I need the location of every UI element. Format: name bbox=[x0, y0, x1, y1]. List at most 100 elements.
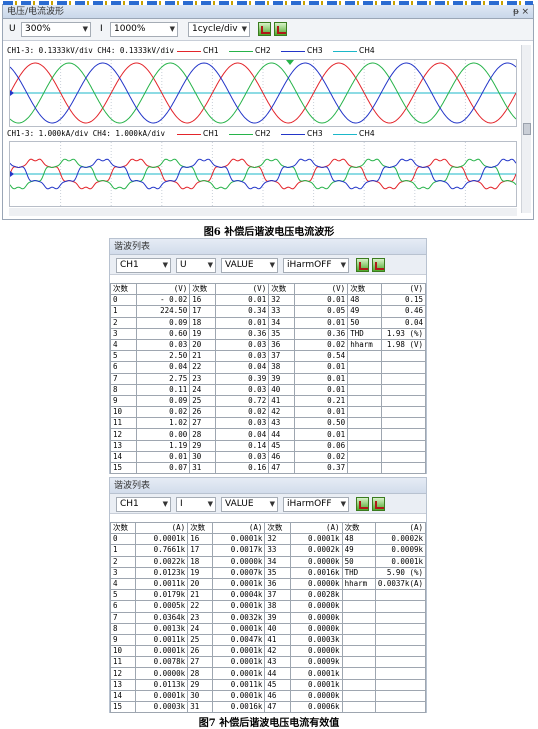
figure6-caption: 图6 补偿后谐波电压电流波形 bbox=[203, 227, 335, 238]
harmonic-order: 16 bbox=[187, 533, 214, 546]
chevron-down-icon: ▼ bbox=[340, 261, 346, 269]
chart-icon[interactable] bbox=[356, 497, 369, 511]
trigger-level-icon bbox=[10, 90, 14, 96]
waveform-title-bar: 电压/电流波形 ᵽ × bbox=[3, 5, 533, 19]
column-header: (A) bbox=[135, 521, 189, 535]
harmonic-order bbox=[347, 450, 383, 464]
column-header: (V) bbox=[215, 282, 270, 296]
table-row: 3 0.60 19 0.36 35 0.36 THD 1.93 (%) bbox=[110, 327, 426, 340]
harmonic-value: 1.98 (V) bbox=[381, 338, 426, 352]
chart-icon[interactable] bbox=[356, 258, 369, 272]
mode-select[interactable]: VALUE ▼ bbox=[221, 258, 278, 273]
pin-icon[interactable]: ᵽ bbox=[513, 5, 519, 19]
harmonic-value: 0.03 bbox=[215, 350, 270, 363]
iharm-select[interactable]: iHarmOFF ▼ bbox=[283, 497, 349, 512]
harmonic-order: 13 bbox=[110, 439, 137, 452]
trigger-position-icon[interactable] bbox=[286, 60, 294, 65]
harmonic-value: 0.0002k bbox=[374, 533, 427, 546]
harmonic-order: 41 bbox=[264, 633, 291, 647]
harmonic-order: THD bbox=[341, 566, 376, 579]
harmonic-order bbox=[341, 600, 376, 613]
harmonic-order: 22 bbox=[189, 361, 217, 374]
u-scale-select[interactable]: 300% ▼ bbox=[21, 22, 91, 37]
horizontal-scrollbar[interactable] bbox=[9, 208, 517, 216]
voltage-waveform bbox=[9, 60, 517, 126]
iharm-value: iHarmOFF bbox=[287, 260, 332, 270]
harmonic-order: 7 bbox=[110, 372, 137, 385]
harmonic-value: 0.46 bbox=[381, 305, 426, 318]
harmonic-value: 0.04 bbox=[215, 428, 270, 441]
harmonic-value: 0.02 bbox=[294, 338, 349, 352]
i-scale-select[interactable]: 1000% ▼ bbox=[110, 22, 178, 37]
table-row: 4 0.03 20 0.03 36 0.02 hharm 1.98 (V) bbox=[110, 338, 426, 352]
harmonic-order: 14 bbox=[110, 450, 137, 464]
legend-ch1: CH1 bbox=[177, 46, 219, 55]
table-row: 6 0.0005k 22 0.0001k 38 0.0000k bbox=[109, 600, 427, 613]
harmonic-order: 11 bbox=[109, 656, 137, 669]
scroll-thumb[interactable] bbox=[523, 123, 531, 135]
harmonic-value: 0.39 bbox=[215, 372, 270, 385]
harmonic-order: 31 bbox=[189, 461, 217, 475]
harmonic-value: 0.72 bbox=[215, 394, 270, 408]
harmonic-order: 13 bbox=[109, 678, 137, 691]
chart-icon[interactable] bbox=[258, 22, 271, 36]
u-label: U bbox=[9, 24, 16, 34]
vertical-scrollbar[interactable] bbox=[521, 45, 531, 213]
harmonic-value: 0.0003k bbox=[289, 633, 343, 647]
harmonic-order: 4 bbox=[109, 577, 137, 591]
current-waveform bbox=[9, 142, 517, 206]
harmonic-order: 0 bbox=[109, 533, 137, 546]
harmonic-value: 0.0123k bbox=[135, 566, 189, 579]
harmonic-value: - 0.02 bbox=[135, 294, 191, 307]
column-header: (A) bbox=[374, 521, 427, 535]
harmonic-value: 0.01 bbox=[294, 361, 349, 374]
chart-settings-icon[interactable] bbox=[372, 497, 385, 511]
i-scale-value: 1000% bbox=[114, 24, 146, 34]
harmonic-value: 0.0001k bbox=[212, 656, 266, 669]
harmonic-order: 46 bbox=[264, 689, 291, 703]
harmonic-order: 23 bbox=[187, 611, 214, 624]
chevron-down-icon: ▼ bbox=[162, 500, 168, 508]
harmonic-value: 0.0364k bbox=[135, 611, 189, 624]
harmonic-value: 0.04 bbox=[135, 361, 191, 374]
channel-select[interactable]: CH1 ▼ bbox=[116, 497, 171, 512]
harmonic-value bbox=[374, 667, 427, 680]
harmonic-value: 0.60 bbox=[135, 327, 191, 340]
harmonic-value: 0.0009k bbox=[289, 656, 343, 669]
mode-select[interactable]: VALUE ▼ bbox=[221, 497, 278, 512]
harmonic-order: 37 bbox=[268, 350, 296, 363]
harmonic-order: 49 bbox=[347, 305, 383, 318]
iharm-select[interactable]: iHarmOFF ▼ bbox=[283, 258, 349, 273]
close-icon[interactable]: × bbox=[521, 5, 529, 19]
quantity-select[interactable]: U ▼ bbox=[176, 258, 216, 273]
table-row: 8 0.11 24 0.03 40 0.01 bbox=[110, 383, 426, 396]
harmonic-value bbox=[374, 611, 427, 624]
harmonic-order: 10 bbox=[110, 406, 137, 419]
harmonic-order: 48 bbox=[341, 533, 376, 546]
harmonic-order: 36 bbox=[264, 577, 291, 591]
chevron-down-icon: ▼ bbox=[82, 25, 88, 33]
harmonic-order: 18 bbox=[189, 316, 217, 329]
chart-settings-icon[interactable] bbox=[274, 22, 287, 36]
table-row: 5 0.0179k 21 0.0004k 37 0.0028k bbox=[109, 589, 427, 602]
harmonic-value: 0.15 bbox=[381, 294, 426, 307]
harmonic-order: 17 bbox=[189, 305, 217, 318]
column-header: 次数 bbox=[264, 521, 291, 535]
channel-select[interactable]: CH1 ▼ bbox=[116, 258, 171, 273]
chart-settings-icon[interactable] bbox=[372, 258, 385, 272]
quantity-select[interactable]: I ▼ bbox=[176, 497, 216, 512]
harmonic-value bbox=[381, 361, 426, 374]
harmonic-order: 44 bbox=[268, 428, 296, 441]
chevron-down-icon: ▼ bbox=[269, 261, 275, 269]
harmonic-order: 12 bbox=[110, 428, 137, 441]
harmonic-value bbox=[381, 461, 426, 475]
harmonic-order: 45 bbox=[264, 678, 291, 691]
harmonic-order: 9 bbox=[109, 633, 137, 647]
harmonic-value: 0.50 bbox=[294, 417, 349, 430]
harmonic-value: 0.0001k bbox=[212, 600, 266, 613]
harmonic-value: 0.07 bbox=[135, 461, 191, 475]
harmonic-value: 0.0000k bbox=[289, 577, 343, 591]
timebase-select[interactable]: 1cycle/div ▼ bbox=[188, 22, 250, 37]
table-row: 15 0.0003k 31 0.0016k 47 0.0006k bbox=[109, 700, 427, 714]
harmonic-value: 2.75 bbox=[135, 372, 191, 385]
